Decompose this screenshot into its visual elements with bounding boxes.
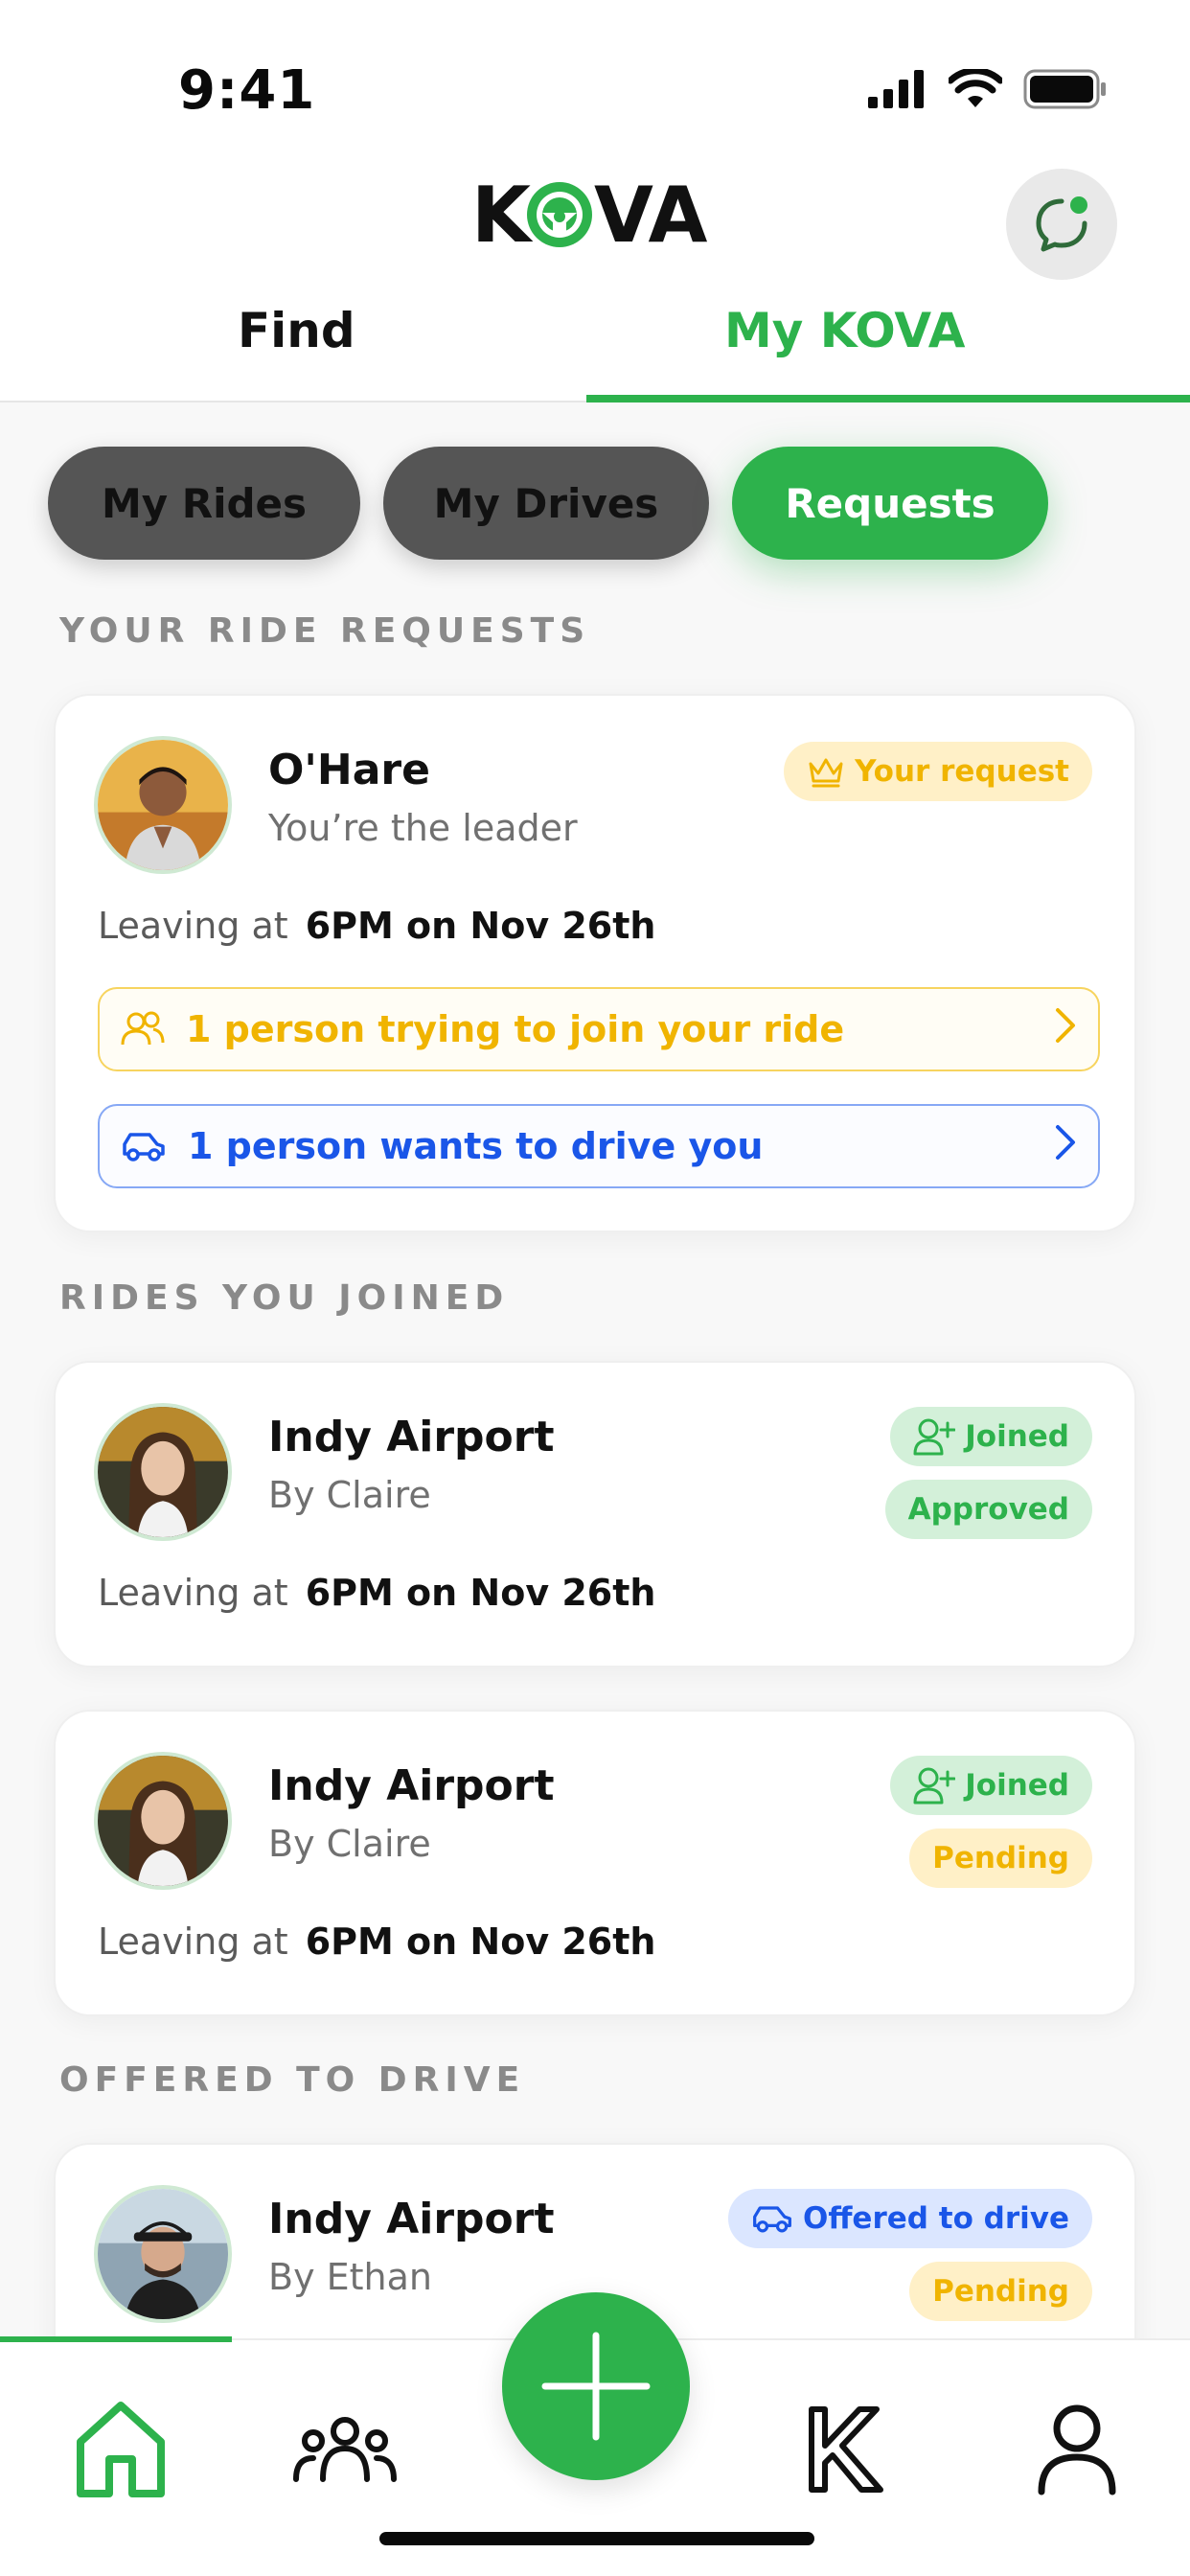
badge-label: Joined (965, 1419, 1069, 1454)
avatar (94, 1403, 232, 1541)
plus-icon (541, 2332, 651, 2441)
car-icon (753, 2206, 791, 2233)
battery-icon (1023, 69, 1108, 113)
tab-find[interactable]: Find (238, 303, 355, 358)
filter-my-drives[interactable]: My Drives (383, 447, 709, 560)
chat-icon (1036, 196, 1087, 252)
status-time: 9:41 (178, 59, 316, 122)
active-tab-indicator (586, 395, 1190, 402)
home-indicator (379, 2532, 814, 2545)
leaving-label: Leaving at (98, 1572, 288, 1614)
chat-button[interactable] (1006, 169, 1117, 280)
signal-icon (868, 70, 927, 112)
status-badge-approved: Approved (884, 1480, 1092, 1539)
ride-destination: Indy Airport (268, 1413, 555, 1461)
leaving-time: 6PM on Nov 26th (305, 1572, 656, 1614)
section-title-offered-to-drive: OFFERED TO DRIVE (59, 2060, 526, 2100)
nav-active-indicator (0, 2336, 232, 2342)
leaving-time: 6PM on Nov 26th (305, 905, 656, 947)
join-requests-label: 1 person trying to join your ride (186, 1008, 845, 1050)
offered-to-drive-badge: Offered to drive (727, 2189, 1092, 2248)
add-person-icon (913, 1767, 956, 1805)
chevron-right-icon (1054, 1123, 1077, 1170)
joined-badge: Joined (890, 1756, 1092, 1815)
svg-text:K: K (471, 172, 534, 255)
nav-profile-icon[interactable] (1019, 2392, 1134, 2507)
ride-organizer: By Claire (268, 1823, 431, 1865)
status-icons (868, 67, 1108, 115)
section-title-rides-joined: RIDES YOU JOINED (59, 1278, 510, 1318)
your-request-badge: Your request (784, 742, 1092, 801)
ride-destination: O'Hare (268, 746, 430, 794)
crown-icon (809, 758, 843, 788)
drive-offers-label: 1 person wants to drive you (188, 1125, 764, 1167)
filter-my-rides[interactable]: My Rides (48, 447, 360, 560)
badge-label: Offered to drive (802, 2201, 1069, 2236)
top-bar: 9:41 K VA Find My KOVA (0, 0, 1190, 402)
filter-requests[interactable]: Requests (732, 447, 1048, 560)
ride-destination: Indy Airport (268, 2195, 555, 2243)
nav-community-icon[interactable] (287, 2402, 402, 2497)
status-badge-pending: Pending (909, 1828, 1092, 1888)
drive-offers-row[interactable]: 1 person wants to drive you (98, 1104, 1100, 1188)
nav-home-icon[interactable] (63, 2392, 178, 2507)
badge-label: Your request (855, 754, 1069, 789)
leaving-info: Leaving at 6PM on Nov 26th (98, 1572, 655, 1614)
avatar (94, 1752, 232, 1890)
svg-text:VA: VA (594, 172, 707, 255)
avatar (94, 2185, 232, 2323)
section-title-ride-requests: YOUR RIDE REQUESTS (59, 611, 591, 651)
ride-request-card[interactable]: O'Hare You’re the leader Your request Le… (54, 694, 1136, 1232)
ride-organizer: By Claire (268, 1474, 431, 1516)
leaving-label: Leaving at (98, 905, 288, 947)
wifi-icon (947, 67, 1004, 113)
badge-label: Joined (965, 1768, 1069, 1803)
chevron-right-icon (1054, 1006, 1077, 1053)
people-icon (121, 1011, 165, 1046)
leaving-label: Leaving at (98, 1920, 288, 1963)
add-ride-button[interactable] (502, 2292, 690, 2480)
join-requests-row[interactable]: 1 person trying to join your ride (98, 987, 1100, 1071)
add-person-icon (913, 1418, 956, 1456)
joined-ride-card[interactable]: Indy Airport By Claire Joined Pending Le… (54, 1710, 1136, 2016)
ride-organizer: By Ethan (268, 2256, 432, 2298)
avatar (94, 736, 232, 874)
kova-logo: K VA (471, 171, 719, 260)
tab-my-kova[interactable]: My KOVA (724, 303, 965, 358)
ride-subtitle: You’re the leader (268, 807, 578, 849)
joined-badge: Joined (890, 1407, 1092, 1466)
car-icon (123, 1133, 165, 1162)
leaving-time: 6PM on Nov 26th (305, 1920, 656, 1963)
status-badge-pending: Pending (909, 2262, 1092, 2321)
leaving-info: Leaving at 6PM on Nov 26th (98, 1920, 655, 1963)
ride-destination: Indy Airport (268, 1761, 555, 1810)
leaving-info: Leaving at 6PM on Nov 26th (98, 905, 655, 947)
nav-kova-icon[interactable] (786, 2392, 901, 2507)
joined-ride-card[interactable]: Indy Airport By Claire Joined Approved L… (54, 1361, 1136, 1668)
